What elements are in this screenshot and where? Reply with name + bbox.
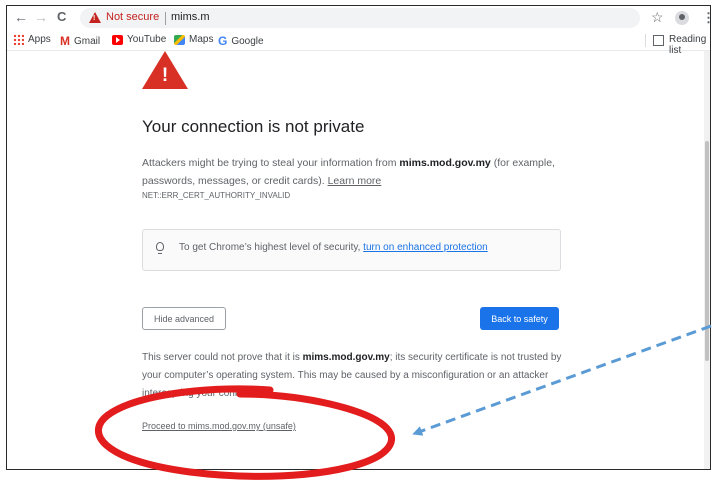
learn-more-link[interactable]: Learn more	[328, 175, 382, 187]
page-scrollbar[interactable]	[704, 51, 710, 469]
reload-button[interactable]: C	[57, 9, 66, 24]
enhanced-protection-box: To get Chrome’s highest level of securit…	[142, 229, 561, 271]
enhanced-protection-label: To get Chrome’s highest level of securit…	[179, 242, 364, 253]
warning-message-prefix: Attackers might be trying to steal your …	[142, 157, 400, 169]
security-status-label[interactable]: Not secure	[106, 11, 159, 23]
advanced-domain: mims.mod.gov.my	[302, 352, 390, 363]
reading-list-icon[interactable]	[653, 35, 664, 46]
bookmark-maps[interactable]: Maps	[174, 34, 213, 45]
warning-message: Attackers might be trying to steal your …	[142, 154, 562, 190]
apps-grid-icon	[13, 34, 24, 45]
bookmark-gmail[interactable]: M Gmail	[60, 34, 100, 48]
lightbulb-icon	[156, 242, 164, 254]
bookmark-apps[interactable]: Apps	[13, 34, 51, 45]
gmail-icon: M	[60, 34, 70, 48]
bookmarks-bar: Apps M Gmail YouTube Maps G Google Readi…	[7, 30, 710, 56]
bookmark-youtube[interactable]: YouTube	[112, 34, 166, 45]
bookmark-google[interactable]: G Google	[218, 34, 264, 48]
advanced-prefix: This server could not prove that it is	[142, 352, 303, 363]
page-heading: Your connection is not private	[142, 117, 365, 136]
warning-exclamation-icon: !	[161, 65, 169, 86]
maps-icon	[174, 34, 185, 45]
bookmark-label: YouTube	[127, 34, 167, 45]
bookmark-label: Maps	[189, 34, 214, 45]
browser-toolbar: ← → C ! Not secure mims.m ☆ ⋮	[7, 6, 710, 30]
google-icon: G	[218, 34, 228, 48]
scrollbar-thumb[interactable]	[705, 141, 709, 361]
bookmark-label: Gmail	[74, 35, 101, 47]
url-text[interactable]: mims.m	[171, 11, 210, 23]
reading-list-divider	[645, 34, 646, 47]
warning-domain: mims.mod.gov.my	[399, 157, 491, 169]
hide-advanced-button[interactable]: Hide advanced	[142, 307, 226, 330]
advanced-details: This server could not prove that it is m…	[142, 349, 562, 403]
error-code[interactable]: NET::ERR_CERT_AUTHORITY_INVALID	[142, 191, 290, 200]
forward-button[interactable]: →	[34, 9, 48, 25]
bookmark-star-icon[interactable]: ☆	[651, 9, 664, 26]
youtube-icon	[112, 34, 123, 45]
omnibox-divider	[165, 12, 166, 25]
proceed-unsafe-link[interactable]: Proceed to mims.mod.gov.my (unsafe)	[142, 421, 296, 431]
enhanced-protection-link[interactable]: turn on enhanced protection	[363, 242, 488, 253]
bookmark-label: Apps	[28, 34, 51, 45]
address-bar[interactable]	[80, 8, 640, 28]
back-to-safety-button[interactable]: Back to safety	[480, 307, 559, 330]
chrome-menu-icon[interactable]: ⋮	[702, 10, 710, 26]
profile-avatar-icon[interactable]	[675, 11, 689, 25]
warning-exclamation-mark: !	[93, 15, 96, 22]
enhanced-protection-text: To get Chrome’s highest level of securit…	[179, 242, 488, 253]
bookmark-label: Google	[231, 35, 264, 47]
back-button[interactable]: ←	[14, 9, 28, 25]
